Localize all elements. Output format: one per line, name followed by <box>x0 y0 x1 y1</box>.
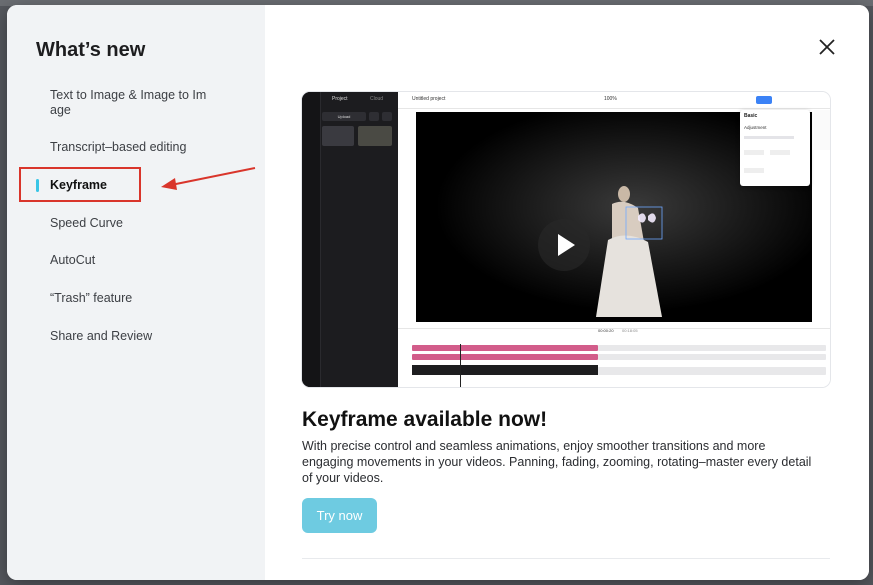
preview-track-empty <box>598 367 826 375</box>
preview-track-empty <box>598 354 826 360</box>
feature-headline: Keyframe available now! <box>302 408 548 431</box>
preview-icon-button <box>369 112 379 121</box>
sidebar-title: What’s new <box>36 39 146 61</box>
preview-slider <box>744 136 794 139</box>
preview-icon-button <box>382 112 392 121</box>
main-panel: Project Cloud Upload Untitled project 10… <box>265 5 869 580</box>
preview-field <box>744 168 764 173</box>
sidebar: What’s new Text to Image & Image to Im a… <box>7 5 265 580</box>
preview-tab-cloud: Cloud <box>370 96 384 102</box>
preview-upload-button: Upload <box>322 112 366 121</box>
preview-project-title: Untitled project <box>412 96 446 102</box>
preview-track-clip <box>412 345 598 351</box>
preview-toolbar: Untitled project 100% <box>398 92 830 109</box>
feature-preview-image: Project Cloud Upload Untitled project 10… <box>302 92 830 387</box>
preview-field <box>744 150 764 155</box>
whats-new-modal: What’s new Text to Image & Image to Im a… <box>7 5 869 580</box>
sidebar-item-trash-feature[interactable]: “Trash” feature <box>50 291 230 306</box>
preview-playhead <box>460 344 461 387</box>
preview-track-clip <box>412 354 598 360</box>
feature-description: With precise control and seamless animat… <box>302 439 812 486</box>
preview-media-thumb <box>358 126 392 146</box>
preview-media-panel: Project Cloud Upload <box>302 92 398 387</box>
close-button[interactable] <box>817 37 837 57</box>
preview-track-empty <box>598 345 826 351</box>
preview-filmstrip <box>412 365 598 375</box>
sidebar-item-autocut[interactable]: AutoCut <box>50 253 230 268</box>
annotation-arrow-icon <box>161 167 256 190</box>
preview-timecode-total: 00:18:05 <box>622 328 638 333</box>
preview-play-button <box>538 219 590 271</box>
preview-export-button <box>756 96 772 104</box>
sidebar-item-share-review[interactable]: Share and Review <box>50 329 230 344</box>
preview-tool-rail <box>302 92 321 387</box>
play-icon <box>558 234 575 256</box>
try-now-button[interactable]: Try now <box>302 498 377 533</box>
preview-panel-section: Adjustment <box>744 125 767 130</box>
preview-timeline: 00:00:20 00:18:05 <box>398 328 830 387</box>
preview-properties-panel: Basic Adjustment <box>740 110 810 186</box>
preview-side-icons <box>814 110 830 150</box>
sidebar-item-speed-curve[interactable]: Speed Curve <box>50 216 230 231</box>
sidebar-item-text-to-image[interactable]: Text to Image & Image to Im age <box>50 88 230 118</box>
preview-field <box>770 150 790 155</box>
divider <box>302 558 830 559</box>
sidebar-item-transcript-editing[interactable]: Transcript–based editing <box>50 140 230 155</box>
annotation-highlight-box <box>19 167 141 202</box>
preview-tab-project: Project <box>332 96 348 102</box>
close-icon <box>819 39 835 55</box>
preview-media-thumb <box>322 126 354 146</box>
preview-panel-title: Basic <box>744 113 758 119</box>
preview-zoom: 100% <box>604 96 617 102</box>
preview-timecode-current: 00:00:20 <box>598 328 614 333</box>
